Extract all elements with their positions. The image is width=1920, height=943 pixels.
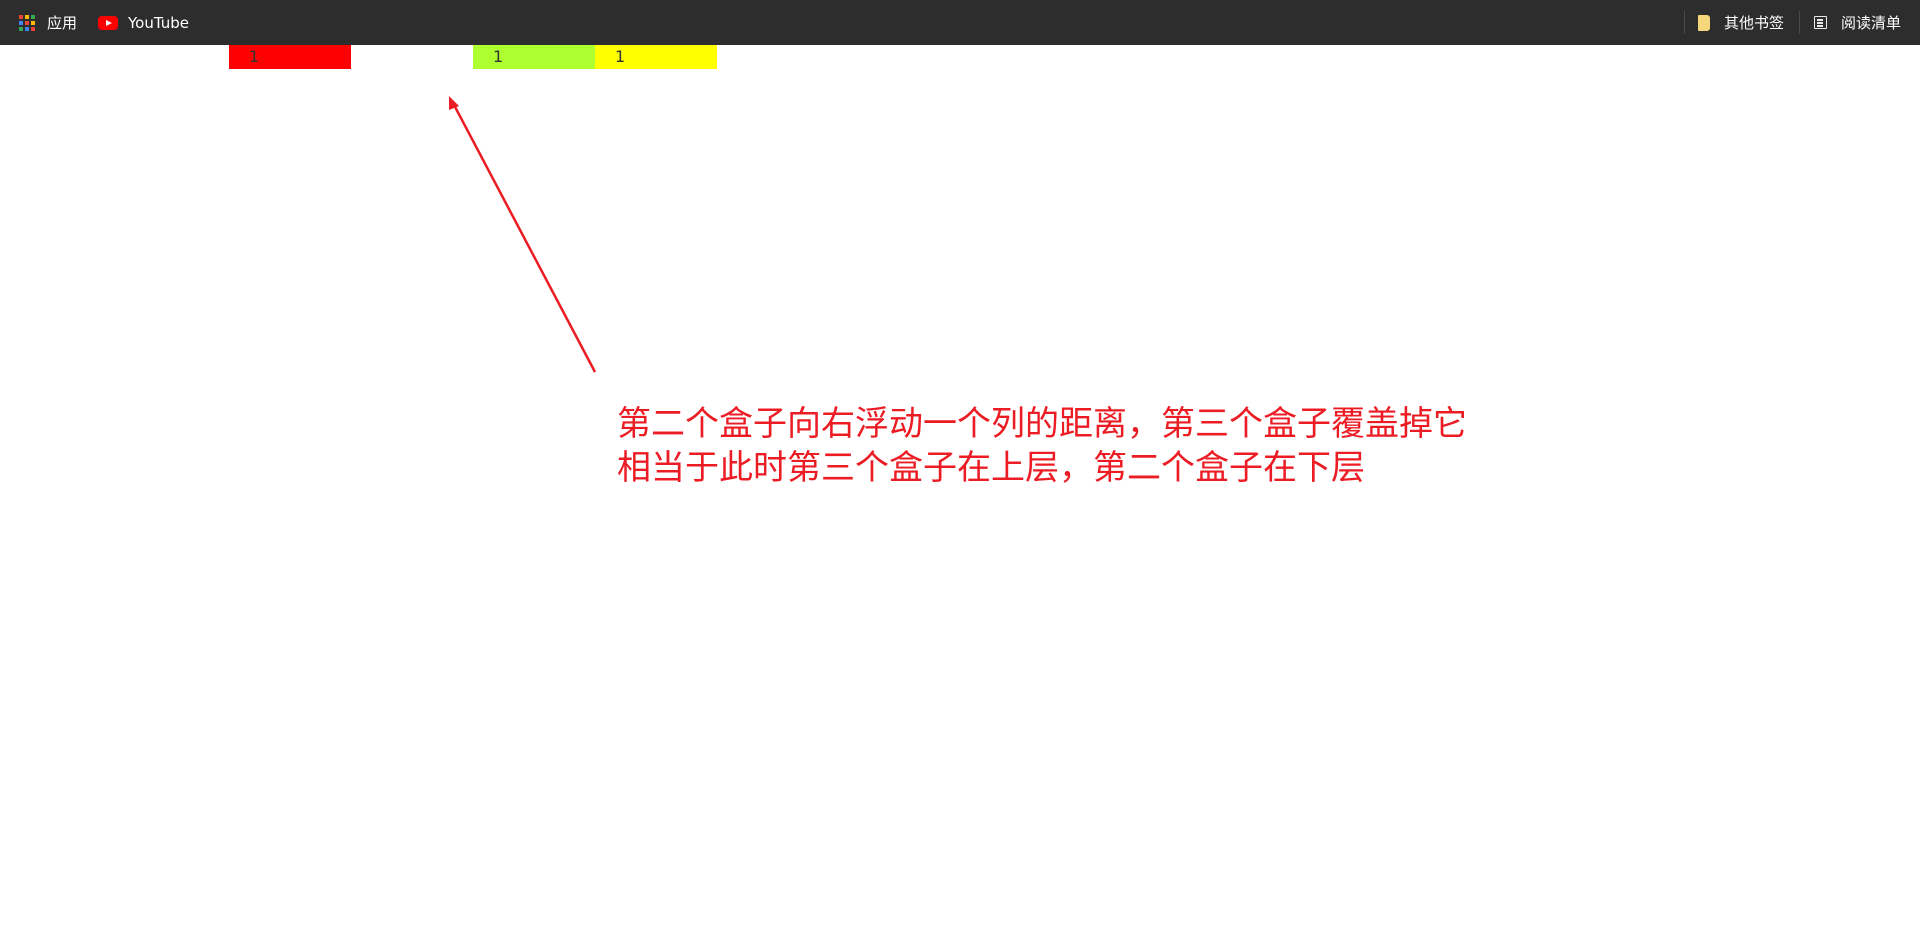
- annotation-text: 第二个盒子向右浮动一个列的距离，第三个盒子覆盖掉它 相当于此时第三个盒子在上层，…: [617, 402, 1467, 490]
- annotation-line-1: 第二个盒子向右浮动一个列的距离，第三个盒子覆盖掉它: [617, 404, 1467, 444]
- annotation-line-2: 相当于此时第三个盒子在上层，第二个盒子在下层: [617, 448, 1365, 488]
